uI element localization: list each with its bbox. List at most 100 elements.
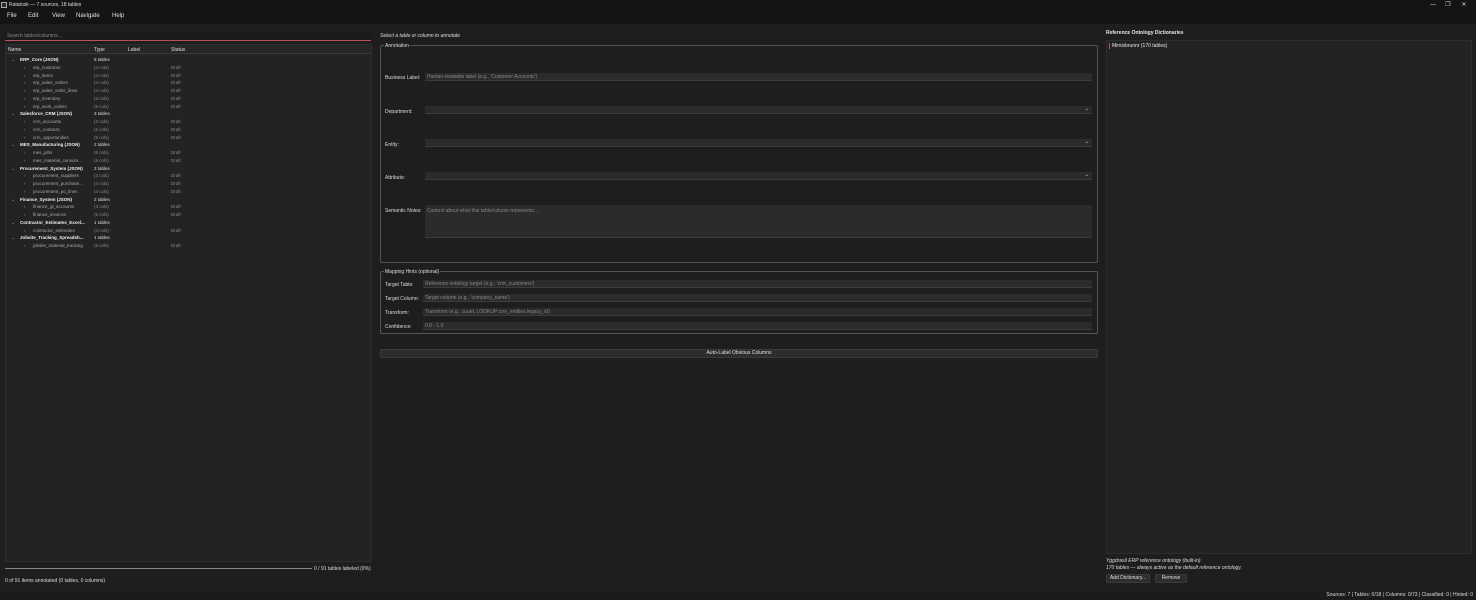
remove-dictionary-button[interactable]: Remove [1155,574,1187,583]
chevron-down-icon[interactable]: ⌄ [11,57,15,63]
tree-table-row[interactable]: › procurement_po_lines (4 cols) Draft [6,188,371,195]
menu-bar: File Edit View Navigate Help [0,10,1476,24]
chevron-down-icon[interactable]: ⌄ [11,166,15,172]
chevron-right-icon[interactable]: › [24,189,26,194]
target-table-label: Target Table: [385,282,414,288]
dictionary-item[interactable]: Mimisbrunnr (170 tables) [1109,43,1167,49]
business-label-input[interactable] [425,73,1092,81]
row-status: Draft [171,150,181,155]
chevron-right-icon[interactable]: › [24,150,26,155]
menu-navigate[interactable]: Navigate [76,13,100,19]
tree-source-row[interactable]: ⌄ Procurement_System (JSON) 3 tables [6,165,371,172]
chevron-right-icon[interactable]: › [24,80,26,85]
chevron-down-icon[interactable]: ⌄ [11,142,15,148]
row-name: crm_accounts [33,119,62,124]
column-header-name[interactable]: Name [8,47,21,53]
auto-label-button[interactable]: Auto-Label Obvious Columns [380,349,1098,358]
chevron-right-icon[interactable]: › [24,243,26,248]
entity-select[interactable]: ⌄ [425,139,1092,147]
column-header-type[interactable]: Type [94,47,105,53]
tree-source-row[interactable]: ⌄ Contractor_Estimates_Excel... 1 tables [6,219,371,226]
chevron-right-icon[interactable]: › [24,119,26,124]
chevron-right-icon[interactable]: › [24,73,26,78]
row-name: crm_contacts [33,126,60,132]
row-name: Finance_System (JSON) [20,196,73,202]
menu-help[interactable]: Help [112,13,124,19]
tree-table-row[interactable]: › erp_inventory (3 cols) Draft [6,95,371,102]
chevron-right-icon[interactable]: › [24,104,26,109]
dictionary-info-detail: 170 tables — always active as the defaul… [1106,565,1242,571]
tree-table-row[interactable]: › mes_jobs (6 cols) Draft [6,149,371,156]
chevron-right-icon[interactable]: › [24,127,26,132]
tree-table-row[interactable]: › jobsite_material_tracking (5 cols) Draft [6,242,371,249]
tree-table-row[interactable]: › crm_contacts (5 cols) Draft [6,126,371,133]
search-input[interactable] [5,31,371,41]
tree-source-row[interactable]: ⌄ Finance_System (JSON) 2 tables [6,196,371,203]
chevron-right-icon[interactable]: › [24,88,26,93]
table-tree[interactable]: Name Type Label Status ⌄ ERP_Core (JSON) 6… [5,44,372,562]
tree-table-row[interactable]: › procurement_purchase... (4 cols) Draft [6,180,371,187]
row-name: procurement_purchase... [33,181,84,186]
close-icon[interactable]: ✕ [1454,1,1474,9]
row-type: 1 tables [94,219,110,225]
row-name: mes_material_consum... [33,157,83,163]
tree-table-row[interactable]: › erp_items (4 cols) Draft [6,72,371,79]
tree-source-row[interactable]: ⌄ Salesforce_CRM (JSON) 3 tables [6,110,371,117]
column-header-label[interactable]: Label [128,47,140,53]
target-table-input[interactable] [423,280,1092,288]
tree-table-row[interactable]: › erp_sales_orders (4 cols) Draft [6,79,371,86]
window-title: Ratatosk — 7 sources, 18 tables [9,2,82,8]
chevron-down-icon: ⌄ [1084,139,1089,145]
row-status: Draft [171,188,181,194]
business-label-label: Business Label: [385,75,421,81]
target-column-input[interactable] [423,294,1092,302]
chevron-down-icon[interactable]: ⌄ [11,220,15,226]
chevron-down-icon[interactable]: ⌄ [11,111,15,117]
chevron-right-icon[interactable]: › [24,96,26,101]
tree-table-row[interactable]: › crm_opportunities (5 cols) Draft [6,134,371,141]
chevron-right-icon[interactable]: › [24,204,26,209]
row-type: 2 tables [94,196,110,202]
tree-source-row[interactable]: ⌄ Jobsite_Tracking_Spreadsh... 1 tables [6,234,371,241]
tree-table-row[interactable]: › erp_sales_order_lines (4 cols) Draft [6,87,371,94]
attribute-select[interactable]: ⌄ [425,172,1092,180]
menu-view[interactable]: View [52,13,65,19]
row-name: erp_work_orders [33,103,67,109]
tree-table-row[interactable]: › erp_customer (4 cols) Draft [6,64,371,71]
chevron-right-icon[interactable]: › [24,65,26,70]
chevron-right-icon[interactable]: › [24,228,26,233]
dictionary-list[interactable]: Mimisbrunnr (170 tables) [1106,40,1472,554]
tree-table-row[interactable]: › finance_gl_accounts (3 cols) Draft [6,203,371,210]
menu-file[interactable]: File [7,13,17,19]
tree-source-row[interactable]: ⌄ ERP_Core (JSON) 6 tables [6,56,371,63]
row-type: 3 tables [94,165,110,171]
chevron-right-icon[interactable]: › [24,158,26,163]
row-name: Procurement_System (JSON) [20,165,83,171]
department-select[interactable]: ⌄ [425,106,1092,114]
chevron-right-icon[interactable]: › [24,173,26,178]
confidence-input[interactable] [423,322,1092,330]
row-type: 6 tables [94,57,110,62]
confidence-label: Confidence: [385,324,412,330]
chevron-right-icon[interactable]: › [24,181,26,186]
row-name: Salesforce_CRM (JSON) [20,111,73,117]
row-type: (4 cols) [94,188,109,194]
chevron-right-icon[interactable]: › [24,212,26,217]
tree-table-row[interactable]: › procurement_suppliers (3 cols) Draft [6,172,371,179]
tree-table-row[interactable]: › mes_material_consum... (5 cols) Draft [6,157,371,164]
chevron-right-icon[interactable]: › [24,135,26,140]
tree-table-row[interactable]: › erp_work_orders (5 cols) Draft [6,103,371,110]
tree-source-row[interactable]: ⌄ MES_Manufacturing (JSON) 2 tables [6,141,371,148]
tree-table-row[interactable]: › contractor_estimates (4 cols) Draft [6,227,371,234]
transform-input[interactable] [423,308,1092,316]
chevron-down-icon[interactable]: ⌄ [11,197,15,203]
semantic-notes-input[interactable]: Context about what this table/column rep… [425,205,1092,238]
row-status: Draft [171,181,181,186]
column-header-status[interactable]: Status [171,47,185,53]
row-type: (3 cols) [94,204,109,210]
tree-table-row[interactable]: › crm_accounts (3 cols) Draft [6,118,371,125]
tree-table-row[interactable]: › finance_invoices (5 cols) Draft [6,211,371,218]
menu-edit[interactable]: Edit [28,13,38,19]
add-dictionary-button[interactable]: Add Dictionary... [1106,574,1150,583]
chevron-down-icon[interactable]: ⌄ [11,235,15,241]
